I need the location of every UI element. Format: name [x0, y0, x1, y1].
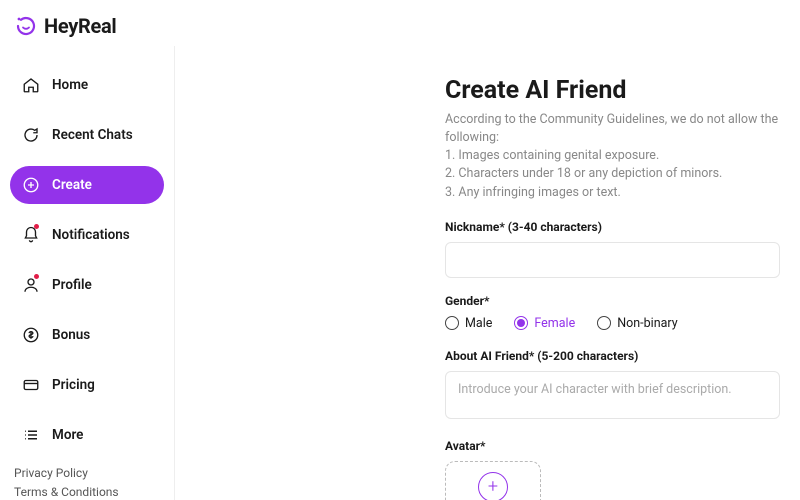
gender-label: Gender*	[445, 294, 780, 308]
guidelines-rule-3: 3. Any infringing images or text.	[445, 184, 780, 202]
sidebar-item-more[interactable]: More	[10, 416, 164, 454]
guidelines-text: According to the Community Guidelines, w…	[445, 111, 780, 202]
sidebar-item-label: Bonus	[52, 327, 90, 343]
sidebar-item-label: Recent Chats	[52, 127, 133, 143]
sidebar-item-label: Pricing	[52, 377, 95, 393]
notification-dot-icon	[34, 224, 39, 229]
page-title: Create AI Friend	[445, 76, 780, 105]
radio-icon	[597, 316, 611, 330]
avatar-upload-button[interactable]: + Upload	[445, 461, 541, 500]
sidebar-item-label: Home	[52, 77, 88, 93]
about-label: About AI Friend* (5-200 characters)	[445, 349, 780, 363]
notification-dot-icon	[34, 274, 39, 279]
sidebar-item-notifications[interactable]: Notifications	[10, 216, 164, 254]
radio-label: Male	[465, 316, 492, 331]
privacy-link[interactable]: Privacy Policy	[14, 466, 160, 480]
dollar-icon	[22, 326, 40, 344]
nickname-label: Nickname* (3-40 characters)	[445, 220, 780, 234]
sidebar-item-label: Profile	[52, 277, 92, 293]
guidelines-rule-2: 2. Characters under 18 or any depiction …	[445, 165, 780, 183]
plus-circle-icon	[22, 176, 40, 194]
main-content: Create AI Friend According to the Commun…	[175, 46, 800, 500]
app-header: HeyReal	[0, 0, 800, 46]
nickname-input[interactable]	[445, 242, 780, 278]
list-icon	[22, 426, 40, 444]
terms-link[interactable]: Terms & Conditions	[14, 485, 160, 499]
radio-label: Female	[534, 316, 575, 331]
brand-name: HeyReal	[44, 14, 116, 38]
sidebar-item-bonus[interactable]: Bonus	[10, 316, 164, 354]
sidebar-item-create[interactable]: Create	[10, 166, 164, 204]
radio-icon	[514, 316, 528, 330]
sidebar: Home Recent Chats Create Notifications	[0, 46, 175, 500]
chat-icon	[22, 126, 40, 144]
brand-logo[interactable]: HeyReal	[14, 14, 116, 38]
sidebar-footer: Privacy Policy Terms & Conditions	[10, 466, 164, 500]
plus-icon: +	[478, 472, 508, 500]
gender-option-nonbinary[interactable]: Non-binary	[597, 316, 677, 331]
radio-label: Non-binary	[617, 316, 677, 331]
sidebar-item-label: Notifications	[52, 227, 130, 243]
about-textarea[interactable]: Introduce your AI character with brief d…	[445, 371, 780, 419]
sidebar-item-label: More	[52, 427, 83, 443]
sidebar-item-label: Create	[52, 177, 92, 193]
guidelines-rule-1: 1. Images containing genital exposure.	[445, 147, 780, 165]
sidebar-item-pricing[interactable]: Pricing	[10, 366, 164, 404]
gender-option-male[interactable]: Male	[445, 316, 492, 331]
card-icon	[22, 376, 40, 394]
home-icon	[22, 76, 40, 94]
sidebar-item-home[interactable]: Home	[10, 66, 164, 104]
guidelines-intro: According to the Community Guidelines, w…	[445, 111, 780, 147]
radio-icon	[445, 316, 459, 330]
gender-radio-group: Male Female Non-binary	[445, 316, 780, 331]
sidebar-item-profile[interactable]: Profile	[10, 266, 164, 304]
avatar-label: Avatar*	[445, 439, 780, 453]
logo-icon	[14, 14, 38, 38]
gender-option-female[interactable]: Female	[514, 316, 575, 331]
sidebar-item-recent-chats[interactable]: Recent Chats	[10, 116, 164, 154]
